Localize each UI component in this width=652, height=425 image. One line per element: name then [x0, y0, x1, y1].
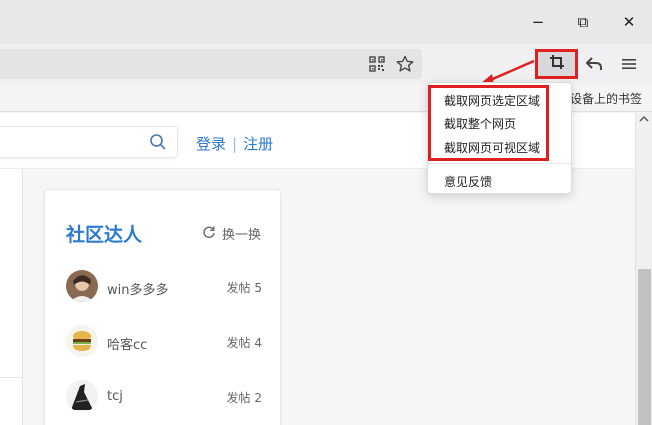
list-item[interactable]: win多多多 发帖 5 — [66, 270, 262, 304]
divider — [0, 377, 23, 378]
chevron-up-icon[interactable] — [639, 115, 649, 126]
auth-separator: | — [232, 135, 238, 153]
qr-code-icon[interactable] — [368, 54, 386, 74]
menu-item-capture-full-page[interactable]: 截取整个网页 — [444, 115, 516, 132]
post-count: 发帖 2 — [226, 391, 262, 405]
avatar[interactable] — [66, 325, 98, 357]
crop-icon — [549, 54, 565, 74]
refresh-button[interactable]: 换一换 — [202, 224, 261, 243]
community-card: 社区达人 换一换 win多多多 发帖 5 哈客cc 发帖 4 tcj 发帖 2 — [44, 189, 281, 425]
minimize-button[interactable]: − — [523, 9, 553, 35]
register-link[interactable]: 注册 — [243, 135, 273, 153]
undo-icon[interactable] — [583, 52, 605, 76]
browser-toolbar — [0, 44, 652, 84]
star-icon[interactable] — [394, 52, 416, 76]
menu-item-capture-selection[interactable]: 截取网页选定区域 — [444, 92, 540, 109]
address-bar[interactable] — [0, 49, 422, 79]
maximize-button[interactable]: ⧉ — [568, 9, 598, 35]
menu-divider — [428, 163, 573, 164]
page-scrollbar[interactable] — [635, 113, 652, 425]
avatar[interactable] — [66, 270, 98, 302]
list-item[interactable]: 哈客cc 发帖 4 — [66, 325, 262, 359]
user-name[interactable]: win多多多 — [107, 279, 168, 298]
avatar[interactable] — [66, 380, 98, 412]
post-count: 发帖 5 — [226, 281, 262, 295]
search-input[interactable] — [0, 126, 178, 158]
refresh-label: 换一换 — [222, 228, 262, 243]
user-name[interactable]: 哈客cc — [107, 334, 147, 353]
screenshot-dropdown: 截取网页选定区域 截取整个网页 截取网页可视区域 意见反馈 — [427, 82, 573, 194]
menu-item-capture-visible[interactable]: 截取网页可视区域 — [444, 139, 540, 156]
left-panel — [0, 169, 23, 425]
close-button[interactable]: ✕ — [614, 9, 644, 35]
minimize-icon: − — [531, 13, 545, 31]
login-link[interactable]: 登录 — [196, 135, 226, 153]
menu-item-feedback[interactable]: 意见反馈 — [444, 173, 492, 190]
device-bookmarks-link[interactable]: 设备上的书签 — [570, 90, 642, 107]
menu-icon[interactable] — [618, 52, 640, 76]
maximize-icon: ⧉ — [577, 13, 589, 31]
title-bar: − ⧉ ✕ — [0, 0, 652, 44]
list-item[interactable]: tcj 发帖 2 — [66, 380, 262, 414]
user-name[interactable]: tcj — [107, 389, 123, 404]
close-icon: ✕ — [622, 13, 636, 31]
scrollbar-thumb[interactable] — [638, 269, 651, 425]
community-title: 社区达人 — [66, 224, 143, 246]
auth-links: 登录 | 注册 — [196, 133, 273, 154]
search-icon[interactable] — [149, 133, 167, 151]
refresh-icon — [202, 225, 216, 243]
post-count: 发帖 4 — [226, 336, 262, 350]
